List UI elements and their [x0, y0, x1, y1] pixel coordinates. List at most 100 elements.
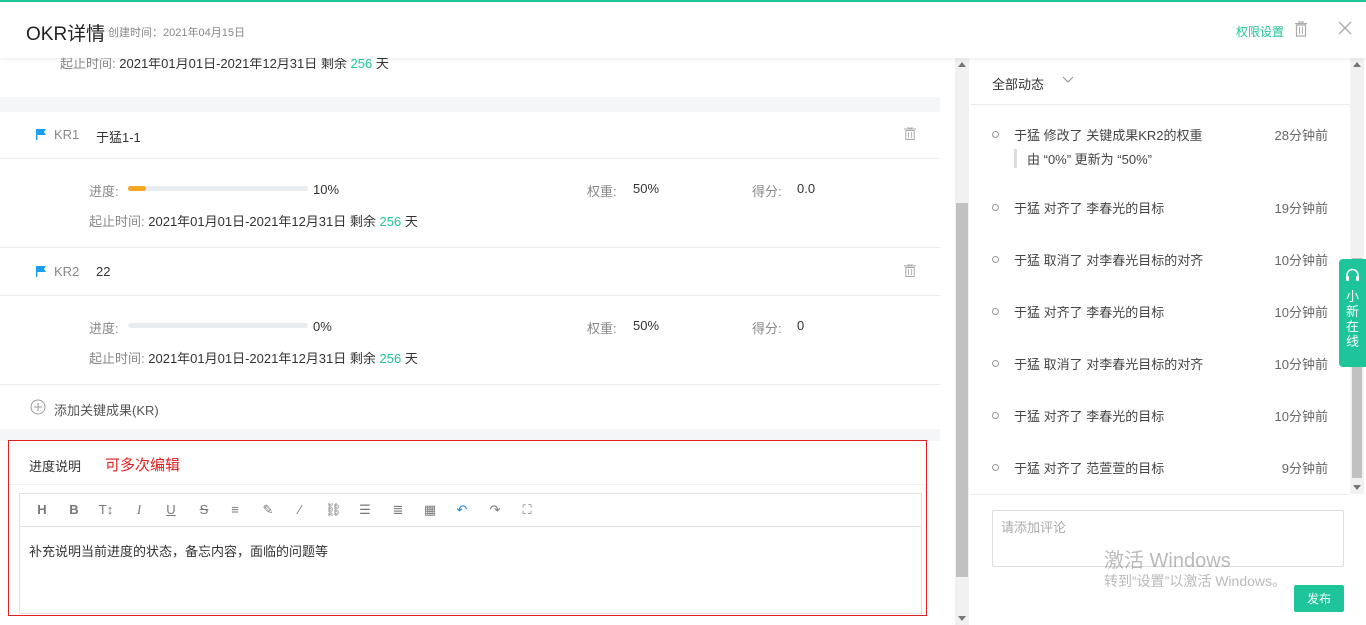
- underline-icon[interactable]: U: [163, 502, 179, 518]
- scroll-down-arrow[interactable]: [1353, 485, 1361, 490]
- bullet-list-icon[interactable]: ☰: [357, 502, 373, 518]
- activity-filter[interactable]: 全部动态: [992, 74, 1044, 93]
- trash-icon[interactable]: [1294, 21, 1308, 37]
- headset-icon: [1346, 268, 1359, 281]
- progress-note-input[interactable]: 补充说明当前进度的状态，备忘内容，面临的问题等: [19, 526, 922, 614]
- font-size-icon[interactable]: T↕: [98, 502, 114, 518]
- progress-value: 10%: [313, 182, 340, 197]
- scroll-up-arrow[interactable]: [958, 62, 966, 67]
- redo-icon[interactable]: ↷: [487, 502, 503, 518]
- divider: [9, 484, 926, 485]
- align-left-icon[interactable]: ≣: [390, 502, 406, 518]
- activity-text: 于猛 修改了 关键成果KR2的权重: [1014, 128, 1203, 143]
- brush-icon[interactable]: ⁄: [292, 502, 308, 518]
- activity-time: 10分钟前: [1274, 305, 1328, 320]
- activity-time: 10分钟前: [1274, 253, 1328, 268]
- kr-tag: KR1: [54, 127, 80, 142]
- editor-toolbar: H B T↕ I U S ≡ ✎ ⁄ ⛓ ☰ ≣ ▦ ↶ ↷ ⛶: [19, 493, 922, 527]
- dot-icon: [992, 256, 999, 263]
- activity-text: 于猛 取消了 对李春光目标的对齐: [1014, 357, 1204, 372]
- comment-placeholder: 请添加评论: [1001, 520, 1067, 535]
- delete-kr-icon[interactable]: [904, 127, 916, 140]
- weight-value[interactable]: 50%: [633, 318, 659, 333]
- activation-watermark-text: 转到“设置”以激活 Windows。: [1104, 573, 1287, 589]
- left-scrollbar[interactable]: [955, 58, 969, 625]
- activity-text: 于猛 取消了 对李春光目标的对齐: [1014, 253, 1204, 268]
- divider: [970, 104, 1350, 105]
- publish-button[interactable]: 发布: [1294, 585, 1344, 612]
- activity-text: 于猛 对齐了 李春光的目标: [1014, 409, 1165, 424]
- kr-name[interactable]: 22: [96, 264, 110, 279]
- pen-icon[interactable]: ✎: [260, 502, 276, 518]
- bold-icon[interactable]: B: [66, 502, 82, 518]
- divider: [0, 247, 940, 248]
- activity-time: 10分钟前: [1274, 357, 1328, 372]
- activity-time: 9分钟前: [1281, 461, 1328, 476]
- kr-tag: KR2: [54, 264, 80, 279]
- scroll-thumb[interactable]: [956, 203, 968, 577]
- objective-period: 起止时间: 2021年01月01日-2021年12月31日 剩余 256 天: [60, 58, 389, 71]
- activity-time: 19分钟前: [1274, 201, 1328, 216]
- chevron-down-icon[interactable]: [1062, 76, 1074, 84]
- progress-note-placeholder: 补充说明当前进度的状态，备忘内容，面临的问题等: [29, 544, 329, 559]
- divider: [970, 494, 1350, 495]
- okr-detail-panel: 起止时间: 2021年01月01日-2021年12月31日 剩余 256 天 K…: [0, 58, 940, 625]
- scroll-down-arrow[interactable]: [958, 616, 966, 621]
- progress-value: 0%: [313, 319, 332, 334]
- score-label: 得分:: [752, 321, 782, 336]
- online-support-tab[interactable]: 小新在线: [1339, 259, 1366, 367]
- dot-icon: [992, 131, 999, 138]
- strikethrough-icon[interactable]: S: [196, 502, 212, 518]
- progress-note-editor: 进度说明 可多次编辑 H B T↕ I U S ≡ ✎ ⁄ ⛓ ☰ ≣ ▦ ↶ …: [8, 440, 927, 616]
- weight-label: 权重:: [587, 321, 617, 336]
- plus-circle-icon: [30, 399, 46, 415]
- permission-settings-link[interactable]: 权限设置: [1236, 23, 1284, 40]
- header: OKR详情 创建时间：2021年04月15日 权限设置: [0, 2, 1366, 58]
- activity-time: 10分钟前: [1274, 409, 1328, 424]
- online-support-label: 小新在线: [1345, 289, 1359, 349]
- activity-time: 28分钟前: [1274, 128, 1328, 143]
- fullscreen-icon[interactable]: ⛶: [519, 502, 535, 518]
- activity-text: 于猛 对齐了 范萱萱的目标: [1014, 461, 1165, 476]
- table-icon[interactable]: ▦: [422, 502, 438, 518]
- page-title: OKR详情: [26, 24, 106, 45]
- flag-icon: [36, 129, 46, 140]
- divider: [0, 158, 940, 159]
- divider: [0, 384, 940, 385]
- kr-period: 起止时间: 2021年01月01日-2021年12月31日 剩余 256 天: [89, 214, 418, 229]
- score-value[interactable]: 0: [797, 318, 804, 333]
- activity-text: 于猛 对齐了 李春光的目标: [1014, 201, 1165, 216]
- progress-note-title: 进度说明: [29, 459, 82, 474]
- activity-detail: 由 “0%” 更新为 “50%”: [1014, 149, 1152, 168]
- created-time: 创建时间：2021年04月15日: [108, 27, 245, 39]
- scroll-up-arrow[interactable]: [1353, 62, 1361, 67]
- score-value[interactable]: 0.0: [797, 181, 815, 196]
- score-label: 得分:: [752, 184, 782, 199]
- kr-period: 起止时间: 2021年01月01日-2021年12月31日 剩余 256 天: [89, 351, 418, 366]
- progress-label: 进度:: [89, 184, 119, 199]
- dot-icon: [992, 412, 999, 419]
- dot-icon: [992, 464, 999, 471]
- progress-bar[interactable]: [128, 323, 308, 328]
- progress-label: 进度:: [89, 321, 119, 336]
- line-height-icon[interactable]: ≡: [227, 502, 243, 518]
- activation-watermark-title: 激活 Windows: [1104, 550, 1231, 572]
- progress-bar[interactable]: [128, 186, 308, 191]
- close-icon[interactable]: [1338, 21, 1352, 35]
- link-icon[interactable]: ⛓: [325, 502, 342, 518]
- flag-icon: [36, 266, 46, 277]
- section-gap: [0, 97, 940, 112]
- activity-panel: 全部动态 于猛 修改了 关键成果KR2的权重 28分钟前 由 “0%” 更新为 …: [970, 58, 1366, 625]
- delete-kr-icon[interactable]: [904, 264, 916, 277]
- undo-icon[interactable]: ↶: [454, 502, 470, 518]
- dot-icon: [992, 204, 999, 211]
- progress-fill: [128, 186, 146, 191]
- kr-name[interactable]: 于猛1-1: [96, 127, 141, 146]
- dot-icon: [992, 360, 999, 367]
- italic-icon[interactable]: I: [131, 502, 147, 518]
- weight-label: 权重:: [587, 184, 617, 199]
- heading-icon[interactable]: H: [34, 502, 50, 518]
- activity-text: 于猛 对齐了 李春光的目标: [1014, 305, 1165, 320]
- weight-value[interactable]: 50%: [633, 181, 659, 196]
- add-kr-label: 添加关键成果(KR): [54, 403, 159, 418]
